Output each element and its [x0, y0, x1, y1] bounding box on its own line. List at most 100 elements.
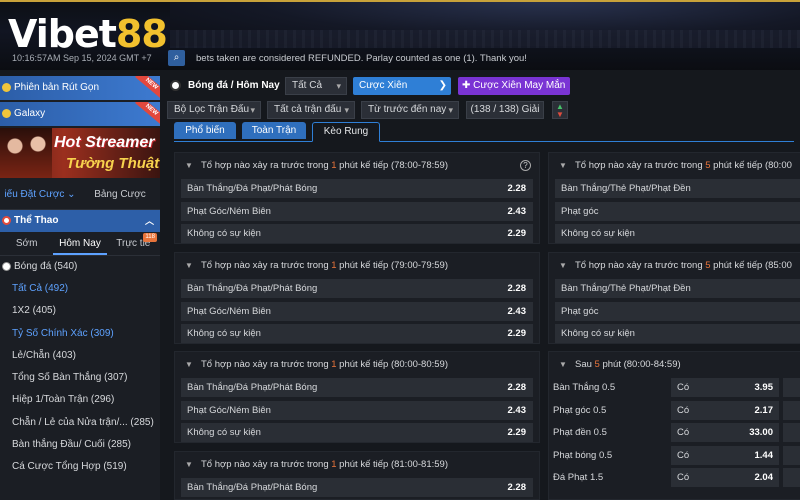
banner-title: Hot Streamer	[54, 134, 155, 151]
odds-row[interactable]: Bàn Thắng/Đá Phạt/Phát Bóng 2.28	[181, 378, 533, 397]
odds-row[interactable]: Phạt Góc/Ném Biên 2.43	[181, 400, 533, 420]
odds-cell[interactable]: Có 33.00	[671, 423, 779, 442]
tab-rolling[interactable]: Kèo Rung	[312, 122, 380, 142]
tab-live[interactable]: Trực tiế 118	[107, 232, 160, 255]
galaxy-icon	[2, 109, 11, 118]
league-filter-select[interactable]: Bộ Lọc Trận Đấu ▾	[167, 101, 261, 119]
odds-row[interactable]: Phạt góc	[555, 201, 800, 221]
odds-row[interactable]: Bàn Thắng/Đá Phạt/Phát Bóng 2.28	[181, 179, 533, 198]
sort-toggle[interactable]: ▲ ▼	[552, 101, 568, 119]
panel-header[interactable]: ▼ Tổ hợp nào xảy ra trước trong 1 phút k…	[175, 253, 539, 279]
panel-header[interactable]: ▼ Tổ hợp nào xảy ra trước trong 5 phút k…	[549, 153, 800, 179]
sports-section-header[interactable]: Thể Thao ︿	[0, 210, 160, 232]
market-panel: ▼ Tổ hợp nào xảy ra trước trong 5 phút k…	[548, 152, 800, 244]
odds-cell[interactable]: Có 2.17	[671, 400, 779, 420]
match-filter-select[interactable]: Tất cả trận đấu ▾	[267, 101, 355, 119]
sidebar-item-half-full[interactable]: Hiệp 1/Toàn Trận (296)	[0, 389, 160, 411]
announcement-ticker[interactable]: bets taken are considered REFUNDED. Parl…	[196, 53, 527, 64]
odds-value: 2.43	[507, 205, 527, 217]
tab-odds-table[interactable]: Bảng Cược	[80, 180, 160, 209]
search-icon[interactable]: ⌕	[168, 50, 185, 66]
lucky-icon: ✚	[462, 80, 471, 91]
tab-today[interactable]: Hôm Nay	[53, 232, 107, 255]
parlay-button[interactable]: Cược Xiên ❯	[353, 77, 451, 95]
odds-row[interactable]: Bàn Thắng/Đá Phạt/Phát Bóng 2.28	[181, 478, 533, 497]
odds-row[interactable]: Không có sự kiện	[555, 324, 800, 343]
sidebar-item-first-last-goal[interactable]: Bàn thắng Đầu/ Cuối (285)	[0, 434, 160, 456]
arrow-right-icon: ❯	[438, 80, 447, 91]
odds-cell-no[interactable]	[783, 423, 800, 442]
panel-header[interactable]: ▼ Sau 5 phút (80:00-84:59)	[549, 352, 800, 378]
odds-row[interactable]: Không có sự kiện	[555, 224, 800, 243]
sidebar-item-all[interactable]: Tất Cả (492)	[0, 278, 160, 300]
panel-header[interactable]: ▼ Tổ hợp nào xảy ra trước trong 1 phút k…	[175, 153, 539, 179]
odds-value: 2.04	[754, 472, 774, 483]
chevron-down-icon: ▼	[185, 261, 193, 270]
odds-value: 2.29	[507, 427, 527, 438]
chevron-down-icon: ▾	[448, 105, 453, 115]
odds-cell[interactable]: Có 3.95	[671, 378, 779, 397]
sidebar-item-soccer[interactable]: Bóng đá (540)	[0, 256, 160, 278]
odds-cell[interactable]: Có 1.44	[671, 445, 779, 465]
panel-header[interactable]: ▼ Tổ hợp nào xảy ra trước trong 5 phút k…	[549, 253, 800, 279]
sort-down-icon: ▼	[556, 110, 564, 119]
market-label: Phạt bóng 0.5	[553, 449, 613, 461]
sidebar-item-correct-score[interactable]: Tỷ Số Chính Xác (309)	[0, 323, 160, 345]
odds-value: 1.44	[754, 449, 774, 461]
help-icon[interactable]: ?	[520, 160, 531, 171]
market-panel: ▼ Tổ hợp nào xảy ra trước trong 1 phút k…	[174, 252, 540, 344]
galaxy-button[interactable]: Galaxy NEW	[0, 102, 160, 126]
sidebar-tabs: iếu Đặt Cược ⌄ Bảng Cược	[0, 180, 160, 210]
chevron-down-icon: ▾	[250, 105, 255, 115]
chevron-down-icon: ⌄	[67, 189, 76, 200]
tab-popular[interactable]: Phổ biến	[174, 122, 236, 139]
odds-value: 3.95	[754, 382, 774, 393]
odds-row[interactable]: Phạt Góc/Ném Biên 2.43	[181, 301, 533, 321]
odds-row[interactable]: Bàn Thắng/Đá Phạt/Phát Bóng 2.28	[181, 279, 533, 298]
market-label: Phạt đền 0.5	[553, 427, 607, 438]
table-row: Phạt đền 0.5 Có 33.00	[549, 423, 800, 442]
odds-row[interactable]: Bàn Thắng/Thẻ Phạt/Phạt Đền	[555, 179, 800, 198]
market-panel-after-5-min: ▼ Sau 5 phút (80:00-84:59) Bàn Thắng 0.5…	[548, 351, 800, 500]
hot-streamer-banner[interactable]: Hot Streamer Tường Thuật	[0, 128, 160, 178]
odds-row[interactable]: Phạt góc	[555, 301, 800, 321]
odds-row[interactable]: Không có sự kiện 2.29	[181, 224, 533, 243]
market-label: Đá Phạt 1.5	[553, 472, 604, 483]
odds-cell-no[interactable]	[783, 445, 800, 465]
tab-full-match[interactable]: Toàn Trận	[242, 122, 306, 139]
logo-text-white: Vibet	[8, 12, 117, 56]
time-filter-select[interactable]: Từ trước đến nay ▾	[361, 101, 459, 119]
sidebar-item-total-goals[interactable]: Tổng Số Bàn Thắng (307)	[0, 367, 160, 389]
odds-cell-no[interactable]	[783, 468, 800, 487]
compact-version-button[interactable]: Phiên bản Rút Gọn NEW	[0, 76, 160, 100]
odds-row[interactable]: Phạt Góc/Ném Biên 2.43	[181, 201, 533, 221]
market-label: Bàn Thắng 0.5	[553, 382, 616, 393]
sidebar: Phiên bản Rút Gọn NEW Galaxy NEW Hot Str…	[0, 76, 160, 500]
market-tabs: Phổ biến Toàn Trận Kèo Rung	[174, 122, 794, 142]
table-row: Phạt bóng 0.5 Có 1.44	[549, 445, 800, 465]
tab-bet-slip[interactable]: iếu Đặt Cược ⌄	[0, 180, 80, 209]
tab-early[interactable]: Sớm	[0, 232, 53, 255]
sidebar-item-half-odd-even[interactable]: Chẵn / Lẻ của Nửa trận/... (285)	[0, 412, 160, 434]
market-panel: ▼ Tổ hợp nào xảy ra trước trong 1 phút k…	[174, 351, 540, 443]
odds-cell-no[interactable]	[783, 400, 800, 420]
sidebar-item-1x2[interactable]: 1X2 (405)	[0, 300, 160, 322]
odds-row[interactable]: Không có sự kiện 2.29	[181, 324, 533, 343]
chevron-down-icon: ▼	[185, 360, 193, 369]
odds-cell[interactable]: Có 2.04	[671, 468, 779, 487]
odds-value: 2.28	[507, 183, 527, 194]
market-filter-select[interactable]: Tất Cả ▾	[285, 77, 347, 95]
sidebar-item-odd-even[interactable]: Lẻ/Chẵn (403)	[0, 345, 160, 367]
lucky-parlay-button[interactable]: ✚ Cược Xiên May Mắn	[458, 77, 570, 95]
panel-header[interactable]: ▼ Tổ hợp nào xảy ra trước trong 1 phút k…	[175, 452, 539, 478]
sidebar-item-mix-parlay[interactable]: Cá Cược Tổng Hợp (519)	[0, 456, 160, 478]
league-count[interactable]: (138 / 138) Giải	[466, 101, 544, 119]
odds-row[interactable]: Bàn Thắng/Thẻ Phạt/Phạt Đền	[555, 279, 800, 298]
banner-subtitle: Tường Thuật	[66, 155, 160, 172]
panel-header[interactable]: ▼ Tổ hợp nào xảy ra trước trong 1 phút k…	[175, 352, 539, 378]
site-logo[interactable]: Vibet88	[8, 12, 168, 56]
odds-cell-no[interactable]	[783, 378, 800, 397]
odds-row[interactable]: Không có sự kiện 2.29	[181, 423, 533, 442]
soccer-count: (540)	[54, 261, 78, 272]
table-row: Bàn Thắng 0.5 Có 3.95	[549, 378, 800, 397]
